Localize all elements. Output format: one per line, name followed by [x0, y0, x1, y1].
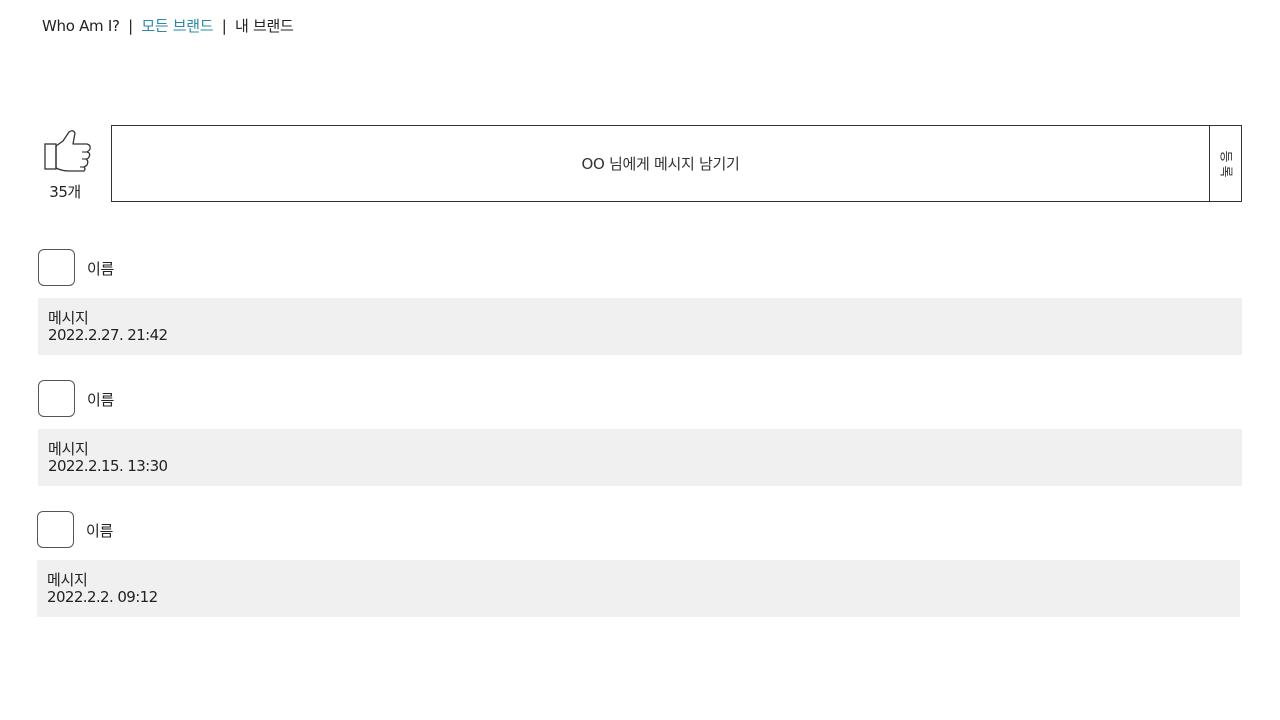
comment-message: 메시지 [48, 440, 89, 458]
submit-button[interactable]: 등 록 [1209, 125, 1242, 202]
like-count: 35개 [49, 183, 81, 201]
comment-author-name: 이름 [87, 391, 115, 409]
top-nav: Who Am I? | 모든 브랜드 | 내 브랜드 [42, 16, 294, 36]
comment-body: 메시지 2022.2.15. 13:30 [38, 429, 1242, 486]
comment-timestamp: 2022.2.27. 21:42 [48, 326, 168, 344]
nav-my-brand-link[interactable]: 내 브랜드 [235, 17, 294, 35]
comment-message: 메시지 [47, 571, 88, 589]
submit-button-char: 등 [1218, 150, 1233, 162]
comment-author-name: 이름 [87, 260, 115, 278]
nav-separator: | [128, 17, 133, 35]
comment-author-name: 이름 [86, 522, 114, 540]
comment-body: 메시지 2022.2.2. 09:12 [37, 560, 1240, 617]
nav-home-link[interactable]: Who Am I? [42, 17, 120, 35]
submit-button-char: 록 [1218, 165, 1233, 177]
avatar[interactable] [38, 249, 75, 286]
comment-timestamp: 2022.2.2. 09:12 [47, 588, 158, 606]
avatar[interactable] [38, 380, 75, 417]
like-button[interactable]: 35개 [40, 128, 92, 202]
comment-item: 이름 메시지 2022.2.27. 21:42 [38, 249, 1242, 355]
comment-header: 이름 [38, 249, 1242, 289]
comment-message: 메시지 [48, 309, 89, 327]
comment-timestamp: 2022.2.15. 13:30 [48, 457, 168, 475]
message-input[interactable]: OO 님에게 메시지 남기기 [111, 125, 1210, 202]
comment-body: 메시지 2022.2.27. 21:42 [38, 298, 1242, 355]
nav-all-brands-link[interactable]: 모든 브랜드 [141, 17, 213, 35]
thumbs-up-icon [40, 128, 92, 174]
message-input-placeholder: OO 님에게 메시지 남기기 [581, 155, 740, 173]
comment-header: 이름 [38, 380, 1242, 420]
comment-item: 이름 메시지 2022.2.2. 09:12 [37, 511, 1240, 617]
comment-item: 이름 메시지 2022.2.15. 13:30 [38, 380, 1242, 486]
avatar[interactable] [37, 511, 74, 548]
nav-separator: | [221, 17, 227, 35]
comment-header: 이름 [37, 511, 1240, 551]
